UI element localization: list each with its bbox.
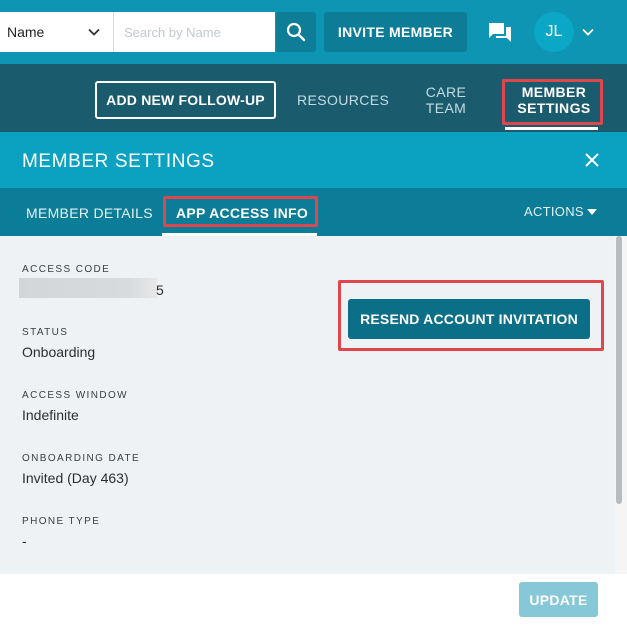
search-input[interactable]: [113, 12, 275, 52]
chevron-down-icon: [88, 28, 100, 36]
avatar-initials: JL: [545, 23, 563, 40]
nav-care-team[interactable]: CARE TEAM: [420, 84, 472, 116]
highlight-box: [502, 79, 603, 125]
nav-care-team-line2: TEAM: [425, 100, 467, 116]
phone-type-label: PHONE TYPE: [22, 516, 101, 527]
search-field-select-value: Name: [7, 24, 45, 40]
panel-header: MEMBER SETTINGS: [0, 132, 627, 188]
panel-title: MEMBER SETTINGS: [22, 151, 215, 172]
tab-bar: MEMBER DETAILS APP ACCESS INFO ACTIONS: [0, 188, 627, 236]
nav-bar: ADD NEW FOLLOW-UP RESOURCES CARE TEAM ME…: [0, 64, 627, 132]
status-value: Onboarding: [22, 344, 96, 360]
tab-member-details[interactable]: MEMBER DETAILS: [26, 205, 153, 221]
update-button[interactable]: UPDATE: [519, 582, 598, 617]
invite-member-button[interactable]: INVITE MEMBER: [324, 12, 467, 52]
scrollbar-thumb[interactable]: [616, 236, 622, 504]
add-follow-up-button[interactable]: ADD NEW FOLLOW-UP: [95, 81, 276, 119]
nav-active-indicator: [505, 127, 598, 130]
search-button[interactable]: [276, 12, 316, 52]
highlight-box: [163, 196, 318, 227]
nav-care-team-line1: CARE: [425, 84, 467, 100]
close-icon[interactable]: [584, 152, 600, 168]
nav-resources[interactable]: RESOURCES: [297, 92, 389, 108]
redacted-access-code: [19, 278, 157, 298]
access-window-value: Indefinite: [22, 407, 79, 423]
avatar[interactable]: JL: [534, 12, 574, 52]
onboarding-date-value: Invited (Day 463): [22, 470, 129, 486]
access-code-value: 5: [156, 282, 164, 298]
search-field-select[interactable]: Name: [0, 12, 113, 52]
onboarding-date-label: ONBOARDING DATE: [22, 453, 141, 464]
phone-type-value: -: [22, 533, 27, 549]
access-code-label: ACCESS CODE: [22, 264, 111, 275]
chevron-down-icon[interactable]: [581, 25, 595, 39]
search-icon: [286, 22, 306, 42]
highlight-box: [338, 280, 604, 351]
access-window-label: ACCESS WINDOW: [22, 390, 128, 401]
actions-menu[interactable]: ACTIONS: [524, 204, 584, 219]
chat-icon[interactable]: [487, 21, 513, 45]
caret-down-icon[interactable]: [587, 209, 597, 215]
status-label: STATUS: [22, 327, 69, 338]
